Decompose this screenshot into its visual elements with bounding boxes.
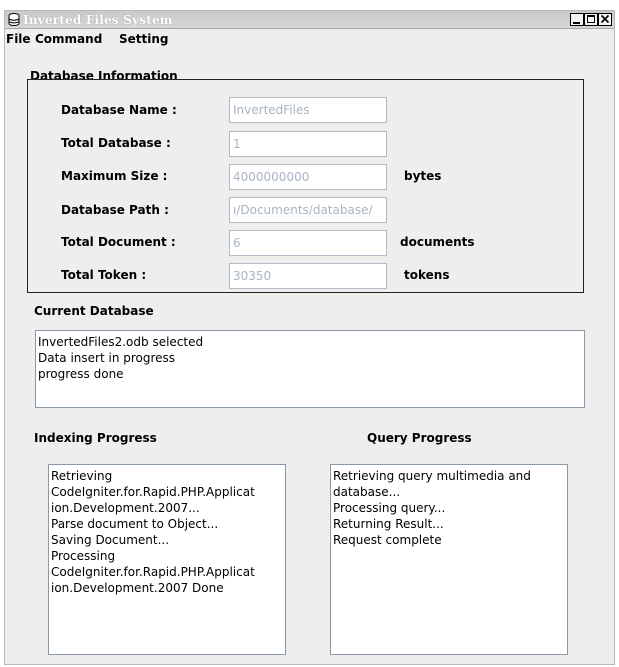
title-bar[interactable]: Inverted Files System: [5, 11, 614, 29]
log-line: ion.Development.2007 Done: [51, 581, 224, 595]
log-line: database...: [333, 485, 401, 499]
current-database-log[interactable]: InvertedFiles2.odb selected Data insert …: [35, 330, 585, 408]
window-title: Inverted Files System: [23, 13, 173, 27]
database-path-label: Database Path :: [61, 203, 169, 217]
maximum-size-field[interactable]: 4000000000: [229, 164, 387, 190]
total-document-field[interactable]: 6: [229, 230, 387, 256]
log-line: Data insert in progress: [38, 351, 176, 365]
total-database-field[interactable]: 1: [229, 131, 387, 157]
log-line: Request complete: [333, 533, 442, 547]
log-line: progress done: [38, 367, 124, 381]
database-name-field[interactable]: InvertedFiles: [229, 97, 387, 123]
log-line: Saving Document...: [51, 533, 170, 547]
total-token-unit: tokens: [404, 268, 450, 282]
log-line: CodeIgniter.for.Rapid.PHP.Applicat: [51, 485, 255, 499]
close-button[interactable]: [598, 13, 612, 26]
menu-file[interactable]: File: [6, 32, 31, 46]
total-token-field[interactable]: 30350: [229, 263, 387, 289]
menu-command[interactable]: Command: [35, 32, 102, 46]
maximum-size-unit: bytes: [404, 169, 442, 183]
minimize-icon: [573, 22, 580, 24]
log-line: Retrieving: [51, 469, 113, 483]
menu-bar: File Command Setting: [5, 29, 614, 50]
indexing-progress-heading: Indexing Progress: [34, 431, 157, 445]
log-line: CodeIgniter.for.Rapid.PHP.Applicat: [51, 565, 255, 579]
minimize-button[interactable]: [570, 13, 584, 26]
database-icon: [8, 13, 20, 26]
maximize-icon: [587, 15, 595, 23]
close-icon: [600, 14, 610, 24]
database-path-field[interactable]: ı/Documents/database/: [229, 197, 387, 223]
log-line: InvertedFiles2.odb selected: [38, 335, 204, 349]
log-line: Retrieving query multimedia and: [333, 469, 531, 483]
query-progress-log[interactable]: Retrieving query multimedia and database…: [330, 464, 568, 655]
total-document-label: Total Document :: [61, 235, 176, 249]
log-line: Returning Result...: [333, 517, 444, 531]
log-line: Parse document to Object...: [51, 517, 219, 531]
maximize-button[interactable]: [584, 13, 598, 26]
indexing-progress-log[interactable]: Retrieving CodeIgniter.for.Rapid.PHP.App…: [48, 464, 286, 655]
log-line: ion.Development.2007...: [51, 501, 200, 515]
total-token-label: Total Token :: [61, 268, 147, 282]
total-document-unit: documents: [400, 235, 475, 249]
log-line: Processing: [51, 549, 116, 563]
menu-setting[interactable]: Setting: [119, 32, 169, 46]
query-progress-heading: Query Progress: [367, 431, 472, 445]
current-database-heading: Current Database: [34, 304, 154, 318]
maximum-size-label: Maximum Size :: [61, 169, 168, 183]
log-line: Processing query...: [333, 501, 446, 515]
total-database-label: Total Database :: [61, 136, 171, 150]
database-name-label: Database Name :: [61, 103, 177, 117]
